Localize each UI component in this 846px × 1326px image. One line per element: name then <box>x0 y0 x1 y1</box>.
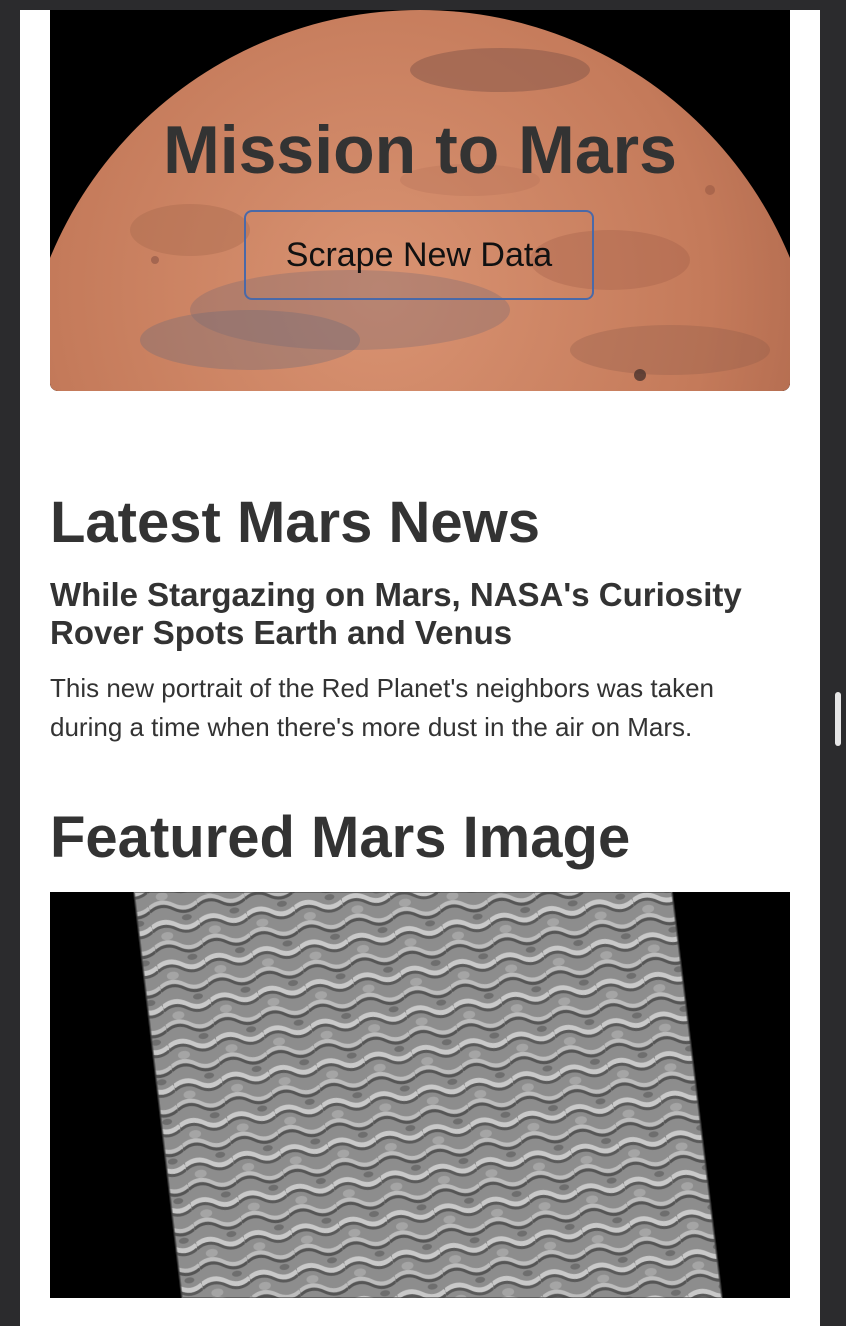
scrollbar-thumb[interactable] <box>835 692 841 746</box>
browser-top-strip <box>0 0 846 10</box>
hero-title: Mission to Mars <box>163 112 677 188</box>
scrape-new-data-button[interactable]: Scrape New Data <box>244 210 594 300</box>
news-teaser: This new portrait of the Red Planet's ne… <box>50 673 714 742</box>
hero-jumbotron: Mission to Mars Scrape New Data <box>50 10 790 391</box>
featured-mars-image <box>50 892 790 1298</box>
right-gutter <box>820 0 846 1326</box>
news-headline: While Stargazing on Mars, NASA's Curiosi… <box>50 576 742 651</box>
latest-news-heading: Latest Mars News <box>50 490 540 555</box>
page-content: Mission to Mars Scrape New Data Latest M… <box>20 10 820 1326</box>
mars-planet-image <box>50 10 790 391</box>
featured-image-heading: Featured Mars Image <box>50 805 631 870</box>
